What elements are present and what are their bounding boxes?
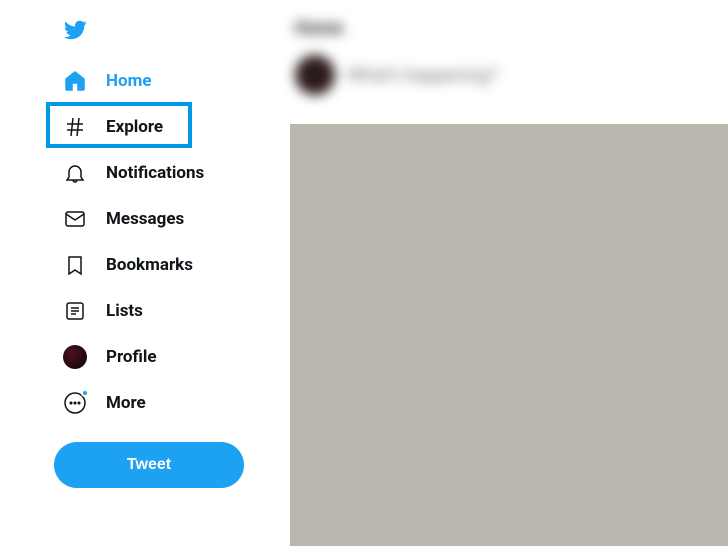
bell-icon (62, 160, 88, 186)
user-avatar (295, 55, 335, 95)
nav-profile[interactable]: Profile (50, 334, 275, 380)
page-title: Home (295, 18, 708, 39)
nav-bookmarks[interactable]: Bookmarks (50, 242, 275, 288)
bookmark-icon (62, 252, 88, 278)
twitter-logo[interactable] (50, 12, 275, 52)
hashtag-icon (62, 114, 88, 140)
nav-home[interactable]: Home (50, 58, 275, 104)
nav-messages[interactable]: Messages (50, 196, 275, 242)
nav-label: Profile (106, 347, 157, 367)
nav-label: More (106, 393, 146, 413)
nav-explore[interactable]: Explore (50, 104, 275, 150)
nav-label: Messages (106, 209, 184, 229)
nav-notifications[interactable]: Notifications (50, 150, 275, 196)
content-placeholder (290, 124, 728, 546)
envelope-icon (62, 206, 88, 232)
twitter-bird-icon (60, 18, 90, 42)
tweet-button[interactable]: Tweet (54, 442, 244, 488)
avatar-icon (62, 344, 88, 370)
nav-label: Lists (106, 301, 143, 321)
nav-more[interactable]: More (50, 380, 275, 426)
home-icon (62, 68, 88, 94)
nav-lists[interactable]: Lists (50, 288, 275, 334)
main-content: Home What's happening? (275, 0, 728, 546)
nav-label: Bookmarks (106, 255, 193, 275)
compose-row: What's happening? (295, 55, 708, 95)
nav-label: Home (106, 71, 152, 91)
sidebar: Home Explore Notifications Messages Book… (0, 0, 275, 546)
blurred-timeline-header: Home What's happening? (275, 12, 728, 105)
compose-placeholder: What's happening? (347, 65, 497, 86)
nav-label: Explore (106, 117, 163, 137)
list-icon (62, 298, 88, 324)
nav-label: Notifications (106, 163, 204, 183)
more-icon (62, 390, 88, 416)
